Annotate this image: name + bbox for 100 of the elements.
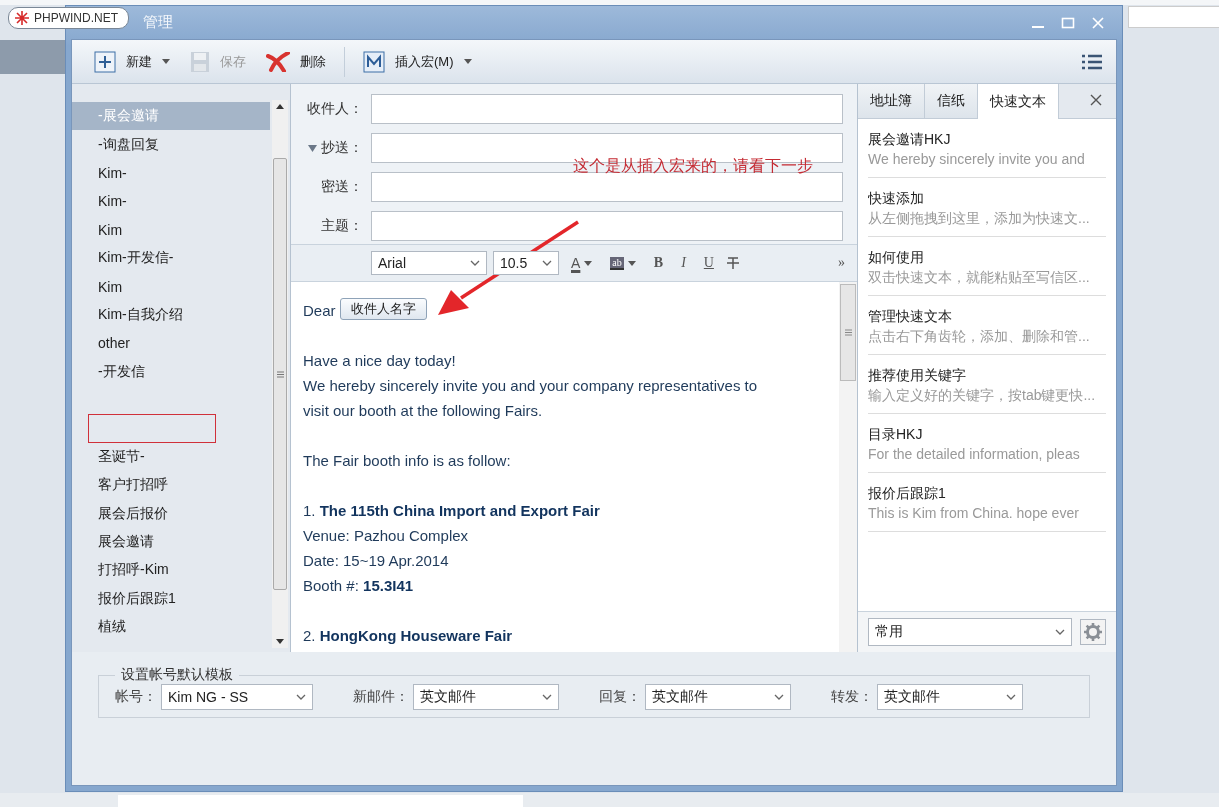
italic-button[interactable]: I [675,253,692,273]
font-dropdown[interactable]: Arial [371,251,487,275]
gear-icon [1084,623,1102,641]
caret-icon [584,260,593,266]
template-item[interactable]: Kim-自我介绍 [72,300,270,330]
snippet-preview: 点击右下角齿轮，添加、删除和管... [868,327,1091,346]
logo-text: PHPWIND.NET [34,11,118,25]
bold-button[interactable]: B [647,253,670,273]
more-button[interactable]: » [832,253,851,273]
body-text: Date: 15~19 Apr.2014 [303,551,450,571]
chevron-icon [774,693,784,700]
template-item[interactable]: Kim [72,272,270,301]
snippet-title[interactable]: 管理快速文本 [868,306,1106,326]
highlight-frame[interactable] [88,414,216,443]
template-dropdown[interactable]: 英文邮件 [877,683,1023,710]
field-label: 新邮件： [353,687,409,706]
template-item[interactable]: Kim- [72,187,270,216]
field-label: 密送： [321,178,363,196]
panel-tab[interactable]: 信纸 [925,84,978,118]
font-color-button[interactable]: A [565,253,599,273]
template-item[interactable]: 展会后报价 [72,499,270,528]
window-title: 管理 [143,13,173,32]
scrollbar-thumb[interactable] [273,158,287,590]
scroll-down-icon[interactable] [276,639,284,644]
chevron-icon [542,260,552,266]
field-label: 回复： [599,687,641,706]
snippet-title[interactable]: 如何使用 [868,247,1106,267]
field-label: 帐号： [115,687,157,706]
template-item[interactable]: Kim- [72,158,270,188]
template-item[interactable]: 圣诞节- [72,442,270,472]
scrollbar-thumb[interactable] [840,284,856,381]
size-dropdown[interactable]: 10.5 [493,251,559,275]
expand-toggle[interactable] [308,142,317,154]
snippet-title[interactable]: 快速添加 [868,188,1106,208]
template-item[interactable]: 报价后跟踪1 [72,584,270,614]
template-item[interactable]: 展会邀请 [72,527,270,557]
annotation-note: 这个是从插入宏来的，请看下一步 [573,156,813,176]
cross-icon [266,51,290,72]
grip-icon [844,329,852,336]
toolbar-button[interactable]: 插入宏(M) [355,46,480,77]
template-dropdown[interactable]: 英文邮件 [645,683,791,710]
template-item[interactable]: other [72,329,270,358]
macro-chip[interactable]: 收件人名字 [339,298,427,320]
background-panel [0,40,65,74]
snippet-preview: 从左侧拖拽到这里，添加为快速文... [868,209,1091,228]
template-item[interactable]: 打招呼-Kim [72,556,270,585]
panel-tab[interactable]: 快速文本 [978,84,1059,119]
template-item[interactable]: 植绒 [72,613,270,642]
template-item[interactable]: -询盘回复 [72,130,270,159]
field-label: 转发： [831,687,873,706]
grip-icon [276,370,284,378]
settings-button[interactable] [1080,619,1106,645]
highlight-button[interactable]: ab [604,254,642,272]
chevron-icon [542,693,552,700]
body-text: Booth #: 15.3I41 [303,576,415,596]
close-icon [1090,93,1102,106]
caret-icon [162,59,170,64]
toolbar-button[interactable]: 新建 [86,46,178,77]
scroll-up-icon[interactable] [276,104,284,109]
greeting-text: Dear [303,302,336,319]
maximize-icon[interactable] [1061,15,1075,30]
body-text: 2. HongKong Houseware Fair [303,626,514,646]
snippet-title[interactable]: 报价后跟踪1 [868,483,1106,503]
text-field[interactable] [1128,6,1219,28]
m-letter-icon [363,50,385,73]
panel-tab[interactable]: 地址簿 [858,84,925,118]
template-dropdown[interactable]: 英文邮件 [413,683,559,710]
list-view-icon[interactable] [1082,53,1102,70]
scrollbar[interactable] [272,100,288,648]
triangle-down-icon [308,145,317,152]
field-label: 收件人： [307,100,363,118]
template-item[interactable]: -开发信 [72,357,270,386]
snippet-preview: 双击快速文本，就能粘贴至写信区... [868,268,1091,287]
scrollbar[interactable] [839,282,857,652]
snippet-preview: We hereby sincerely invite you and [868,150,1086,169]
toolbar-button[interactable]: 删除 [258,47,334,76]
close-icon[interactable] [1091,15,1105,30]
underline-button[interactable]: U [697,253,720,273]
chevron-icon [1055,629,1065,635]
field-label: 抄送： [321,139,363,157]
template-item[interactable]: 客户打招呼 [72,471,270,500]
snippet-title[interactable]: 推荐使用关键字 [868,365,1106,385]
category-dropdown[interactable]: 常用 [868,618,1072,646]
input-field[interactable] [371,172,843,202]
template-item[interactable]: Kim [72,215,270,244]
strikethrough-icon[interactable] [725,256,740,270]
input-field[interactable] [371,211,843,241]
input-field[interactable] [371,94,843,124]
chevron-icon [470,260,480,266]
snippet-title[interactable]: 目录HKJ [868,424,1106,444]
chevron-icon [1006,693,1016,700]
plus-icon [94,50,116,73]
body-text: We hereby sincerely invite you and your company representatives to [303,376,759,396]
body-text: The Fair booth info is as follow: [303,451,512,471]
snippet-preview: For the detailed information, pleas [868,445,1081,464]
field-label: 主题： [321,217,363,235]
template-dropdown[interactable]: Kim NG - SS [161,683,313,710]
body-text: Have a nice day today! [303,351,457,371]
snippet-title[interactable]: 展会邀请HKJ [868,129,1106,149]
template-item[interactable]: Kim-开发信- [72,243,270,273]
